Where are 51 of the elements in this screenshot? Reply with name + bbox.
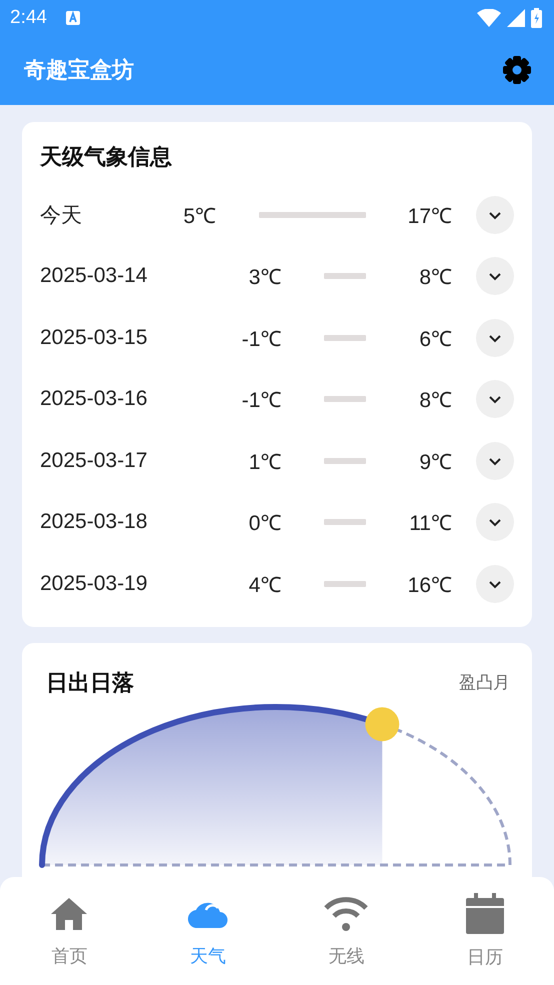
battery-icon [531, 8, 542, 28]
high-temperature: 6℃ [418, 326, 452, 352]
temperature-bar [324, 458, 366, 464]
expand-button[interactable] [476, 442, 514, 480]
high-temperature: 9℃ [418, 450, 452, 475]
high-temperature: 17℃ [406, 204, 452, 229]
calendar-icon [464, 893, 505, 935]
expand-button[interactable] [476, 380, 514, 418]
expand-button[interactable] [476, 503, 514, 542]
low-temperature: -1℃ [240, 326, 282, 352]
high-temperature: 8℃ [418, 265, 452, 290]
day-label: 2025-03-17 [40, 448, 148, 473]
nav-tab[interactable]: 日历 [416, 877, 554, 985]
wifi-icon [322, 894, 370, 934]
high-temperature: 16℃ [406, 572, 452, 598]
status-time: 2:44 [10, 6, 47, 28]
expand-button[interactable] [476, 257, 514, 296]
settings-icon[interactable] [501, 54, 533, 86]
card-title: 日出日落 [46, 670, 134, 698]
temperature-bar [324, 396, 366, 402]
low-temperature: 5℃ [182, 204, 216, 229]
high-temperature: 11℃ [408, 511, 452, 536]
low-temperature: 3℃ [248, 265, 282, 290]
temperature-bar [324, 519, 366, 526]
day-label: 2025-03-16 [40, 387, 148, 412]
card-title: 天级气象信息 [40, 144, 173, 172]
low-temperature: 4℃ [248, 572, 282, 598]
temperature-bar [324, 580, 366, 587]
signal-icon [507, 8, 525, 26]
expand-button[interactable] [476, 564, 514, 603]
sun-marker [365, 706, 400, 741]
day-label: 今天 [40, 202, 82, 229]
low-temperature: 0℃ [248, 511, 282, 536]
low-temperature: 1℃ [248, 450, 282, 475]
wifi-icon [477, 8, 501, 26]
moon-phase: 盈凸月 [459, 672, 510, 694]
day-label: 2025-03-19 [40, 572, 148, 596]
low-temperature: -1℃ [240, 388, 282, 414]
high-temperature: 8℃ [418, 388, 452, 414]
app-title: 奇趣宝盒坊 [24, 56, 135, 85]
day-label: 2025-03-15 [40, 326, 148, 350]
expand-button[interactable] [476, 196, 514, 234]
notification-icon [64, 10, 81, 26]
day-label: 2025-03-18 [40, 510, 148, 534]
temperature-bar [324, 273, 366, 280]
nav-tab[interactable]: 首页 [0, 877, 138, 985]
expand-button[interactable] [476, 318, 514, 357]
temperature-bar [324, 334, 366, 341]
nav-tab[interactable]: 天气 [138, 877, 277, 985]
day-label: 2025-03-14 [40, 264, 148, 288]
nav-tab[interactable]: 无线 [277, 877, 416, 985]
